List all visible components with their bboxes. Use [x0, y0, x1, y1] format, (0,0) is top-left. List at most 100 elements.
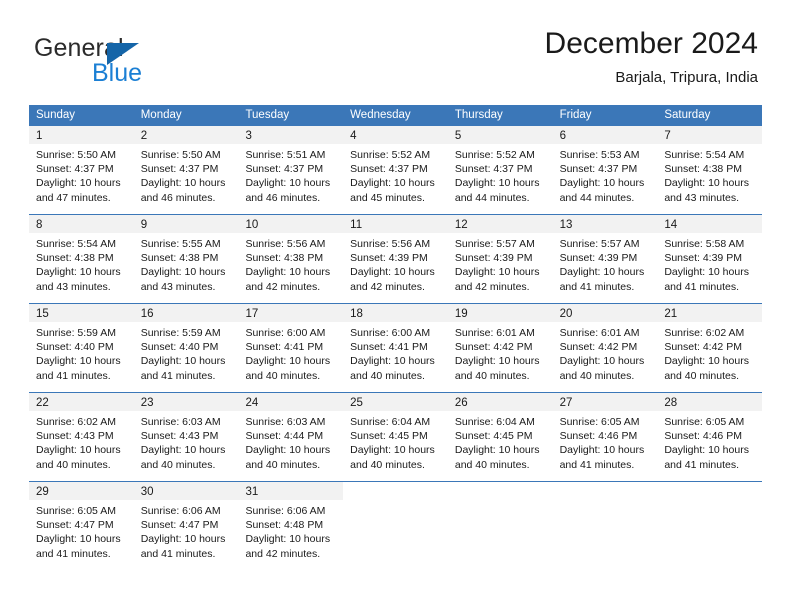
daylight-text-line2: and 42 minutes.	[350, 280, 425, 293]
day-number: 9	[140, 219, 148, 231]
day-cell[interactable]: 11 Sunrise: 5:56 AM Sunset: 4:39 PM Dayl…	[343, 215, 448, 303]
day-number: 6	[559, 130, 566, 142]
generalblue-logo[interactable]: General Blue	[34, 34, 224, 87]
day-cell[interactable]: 8 Sunrise: 5:54 AM Sunset: 4:38 PM Dayli…	[29, 215, 134, 303]
daylight-text-line1: Daylight: 10 hours	[664, 355, 749, 368]
day-number-band: 18	[343, 304, 448, 322]
day-details: Sunrise: 6:03 AM Sunset: 4:43 PM Dayligh…	[134, 411, 239, 472]
sunrise-text: Sunrise: 5:56 AM	[350, 238, 431, 250]
sunrise-text: Sunrise: 6:04 AM	[454, 416, 535, 428]
day-cell[interactable]: 5 Sunrise: 5:52 AM Sunset: 4:37 PM Dayli…	[447, 126, 553, 214]
daylight-text-line2: and 41 minutes.	[664, 458, 740, 471]
sunset-text: Sunset: 4:38 PM	[140, 252, 219, 265]
daylight-text-line2: and 41 minutes.	[140, 547, 216, 560]
day-number: 19	[454, 308, 468, 320]
daylight-text-line1: Daylight: 10 hours	[350, 177, 435, 190]
day-number: 26	[454, 397, 468, 409]
day-details: Sunrise: 5:52 AM Sunset: 4:37 PM Dayligh…	[448, 144, 553, 205]
sunrise-text: Sunrise: 5:50 AM	[36, 149, 116, 161]
day-details: Sunrise: 5:56 AM Sunset: 4:38 PM Dayligh…	[238, 233, 343, 294]
day-cell[interactable]: 2 Sunrise: 5:50 AM Sunset: 4:37 PM Dayli…	[133, 126, 239, 214]
day-cell-empty	[343, 482, 448, 570]
day-cell[interactable]: 20 Sunrise: 6:01 AM Sunset: 4:42 PM Dayl…	[552, 304, 658, 392]
day-cell[interactable]: 17 Sunrise: 6:00 AM Sunset: 4:41 PM Dayl…	[238, 304, 344, 392]
day-number: 31	[245, 486, 259, 498]
week-row: 15 Sunrise: 5:59 AM Sunset: 4:40 PM Dayl…	[29, 303, 763, 392]
day-cell[interactable]: 18 Sunrise: 6:00 AM Sunset: 4:41 PM Dayl…	[343, 304, 448, 392]
daylight-text-line1: Daylight: 10 hours	[454, 444, 540, 457]
day-cell[interactable]: 23 Sunrise: 6:03 AM Sunset: 4:43 PM Dayl…	[133, 393, 239, 481]
daylight-text-line2: and 40 minutes.	[454, 369, 530, 382]
week-row: 29 Sunrise: 6:05 AM Sunset: 4:47 PM Dayl…	[29, 481, 763, 570]
sunrise-text: Sunrise: 5:52 AM	[350, 149, 431, 161]
day-cell[interactable]: 29 Sunrise: 6:05 AM Sunset: 4:47 PM Dayl…	[29, 482, 134, 570]
sunrise-text: Sunrise: 6:03 AM	[140, 416, 221, 428]
day-cell[interactable]: 12 Sunrise: 5:57 AM Sunset: 4:39 PM Dayl…	[447, 215, 553, 303]
day-cell[interactable]: 4 Sunrise: 5:52 AM Sunset: 4:37 PM Dayli…	[343, 126, 448, 214]
day-cell[interactable]: 30 Sunrise: 6:06 AM Sunset: 4:47 PM Dayl…	[133, 482, 239, 570]
day-cell[interactable]: 15 Sunrise: 5:59 AM Sunset: 4:40 PM Dayl…	[29, 304, 134, 392]
sunrise-text: Sunrise: 5:53 AM	[559, 149, 640, 161]
sunset-text: Sunset: 4:46 PM	[559, 430, 638, 443]
day-cell[interactable]: 21 Sunrise: 6:02 AM Sunset: 4:42 PM Dayl…	[657, 304, 763, 392]
day-cell[interactable]: 27 Sunrise: 6:05 AM Sunset: 4:46 PM Dayl…	[552, 393, 658, 481]
day-cell[interactable]: 14 Sunrise: 5:58 AM Sunset: 4:39 PM Dayl…	[657, 215, 763, 303]
day-cell[interactable]: 16 Sunrise: 5:59 AM Sunset: 4:40 PM Dayl…	[133, 304, 239, 392]
sunset-text: Sunset: 4:39 PM	[559, 252, 638, 265]
daylight-text-line2: and 43 minutes.	[664, 191, 740, 204]
day-number: 29	[36, 486, 49, 498]
daylight-text-line2: and 41 minutes.	[36, 547, 111, 560]
daylight-text-line2: and 41 minutes.	[664, 280, 740, 293]
sunrise-text: Sunrise: 6:02 AM	[664, 327, 745, 339]
day-cell[interactable]: 10 Sunrise: 5:56 AM Sunset: 4:38 PM Dayl…	[238, 215, 344, 303]
day-number: 25	[350, 397, 363, 409]
daylight-text-line2: and 40 minutes.	[36, 458, 111, 471]
day-cell[interactable]: 6 Sunrise: 5:53 AM Sunset: 4:37 PM Dayli…	[552, 126, 658, 214]
day-number: 4	[350, 130, 357, 142]
day-cell[interactable]: 31 Sunrise: 6:06 AM Sunset: 4:48 PM Dayl…	[238, 482, 344, 570]
page-subtitle: Barjala, Tripura, India	[615, 69, 758, 86]
week-row: 1 Sunrise: 5:50 AM Sunset: 4:37 PM Dayli…	[29, 126, 763, 214]
day-number: 1	[36, 130, 43, 142]
day-cell[interactable]: 28 Sunrise: 6:05 AM Sunset: 4:46 PM Dayl…	[657, 393, 763, 481]
sunset-text: Sunset: 4:45 PM	[350, 430, 428, 443]
daylight-text-line2: and 41 minutes.	[559, 280, 635, 293]
day-number: 23	[140, 397, 154, 409]
week-row: 22 Sunrise: 6:02 AM Sunset: 4:43 PM Dayl…	[29, 392, 763, 481]
daylight-text-line1: Daylight: 10 hours	[664, 444, 749, 457]
sunset-text: Sunset: 4:37 PM	[350, 163, 428, 176]
sunrise-text: Sunrise: 5:58 AM	[664, 238, 745, 250]
day-cell[interactable]: 22 Sunrise: 6:02 AM Sunset: 4:43 PM Dayl…	[29, 393, 134, 481]
day-number-band	[343, 482, 448, 500]
sunrise-text: Sunrise: 6:02 AM	[36, 416, 116, 428]
day-number-band: 5	[447, 126, 553, 144]
day-cell-empty	[552, 482, 658, 570]
daylight-text-line2: and 40 minutes.	[559, 369, 635, 382]
day-number: 5	[454, 130, 462, 142]
daylight-text-line2: and 46 minutes.	[245, 191, 321, 204]
daylight-text-line1: Daylight: 10 hours	[350, 444, 435, 457]
day-cell[interactable]: 19 Sunrise: 6:01 AM Sunset: 4:42 PM Dayl…	[447, 304, 553, 392]
day-details: Sunrise: 6:01 AM Sunset: 4:42 PM Dayligh…	[553, 322, 658, 383]
sunset-text: Sunset: 4:38 PM	[36, 252, 114, 265]
day-number-band: 3	[238, 126, 344, 144]
sunset-text: Sunset: 4:48 PM	[245, 519, 324, 532]
day-cell[interactable]: 13 Sunrise: 5:57 AM Sunset: 4:39 PM Dayl…	[552, 215, 658, 303]
day-details: Sunrise: 5:52 AM Sunset: 4:37 PM Dayligh…	[343, 144, 448, 205]
day-cell[interactable]: 26 Sunrise: 6:04 AM Sunset: 4:45 PM Dayl…	[447, 393, 553, 481]
day-number: 22	[36, 397, 49, 409]
weekday-header-saturday: Saturday	[664, 109, 711, 121]
day-cell[interactable]: 24 Sunrise: 6:03 AM Sunset: 4:44 PM Dayl…	[238, 393, 344, 481]
day-cell[interactable]: 7 Sunrise: 5:54 AM Sunset: 4:38 PM Dayli…	[657, 126, 763, 214]
day-number-band: 4	[343, 126, 448, 144]
day-details: Sunrise: 6:00 AM Sunset: 4:41 PM Dayligh…	[238, 322, 343, 383]
day-number-band: 23	[133, 393, 239, 411]
day-cell[interactable]: 25 Sunrise: 6:04 AM Sunset: 4:45 PM Dayl…	[343, 393, 448, 481]
day-number-band: 22	[29, 393, 134, 411]
day-cell[interactable]: 3 Sunrise: 5:51 AM Sunset: 4:37 PM Dayli…	[238, 126, 344, 214]
weekday-header-monday: Monday	[140, 109, 182, 121]
sunset-text: Sunset: 4:42 PM	[664, 341, 742, 354]
day-details: Sunrise: 5:54 AM Sunset: 4:38 PM Dayligh…	[29, 233, 134, 294]
day-cell[interactable]: 1 Sunrise: 5:50 AM Sunset: 4:37 PM Dayli…	[29, 126, 134, 214]
day-cell[interactable]: 9 Sunrise: 5:55 AM Sunset: 4:38 PM Dayli…	[133, 215, 239, 303]
